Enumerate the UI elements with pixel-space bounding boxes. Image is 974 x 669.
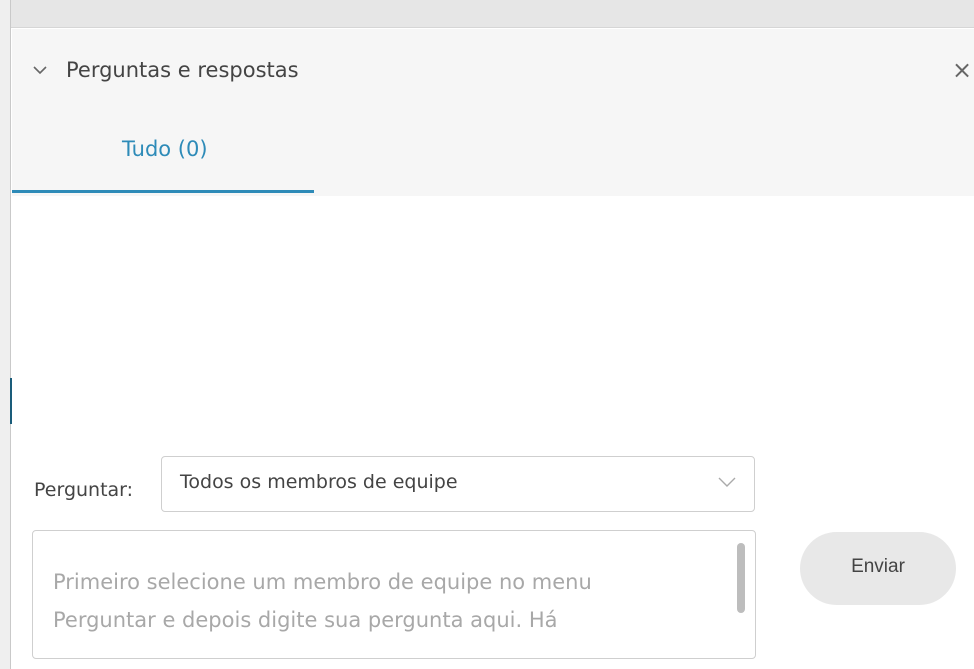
ask-recipient-select[interactable]: Todos os membros de equipe	[161, 456, 755, 512]
tab-all[interactable]: Tudo (0)	[12, 124, 314, 194]
panel-header: Perguntas e respostas × Tudo (0)	[12, 29, 974, 196]
qa-panel: Perguntas e respostas × Tudo (0) Pergunt…	[12, 29, 974, 669]
question-placeholder: Primeiro selecione um membro de equipe n…	[53, 563, 713, 639]
tab-active-indicator	[12, 190, 314, 193]
chevron-down-icon[interactable]	[32, 62, 48, 78]
tab-all-label: Tudo (0)	[122, 137, 208, 161]
close-icon[interactable]: ×	[952, 58, 974, 82]
chevron-down-icon	[718, 477, 736, 487]
window-top-strip	[0, 0, 974, 28]
ask-select-value: Todos os membros de equipe	[180, 471, 458, 493]
placeholder-line-2: Perguntar e depois digite sua pergunta a…	[53, 608, 558, 632]
question-textarea[interactable]: Primeiro selecione um membro de equipe n…	[32, 530, 756, 659]
placeholder-line-1: Primeiro selecione um membro de equipe n…	[53, 570, 592, 594]
send-button-label: Enviar	[851, 556, 905, 577]
left-edge-border	[0, 0, 11, 669]
send-button[interactable]: Enviar	[800, 532, 956, 605]
textarea-scrollbar[interactable]	[737, 543, 745, 613]
panel-title: Perguntas e respostas	[66, 58, 299, 82]
ask-label: Perguntar:	[34, 479, 134, 501]
